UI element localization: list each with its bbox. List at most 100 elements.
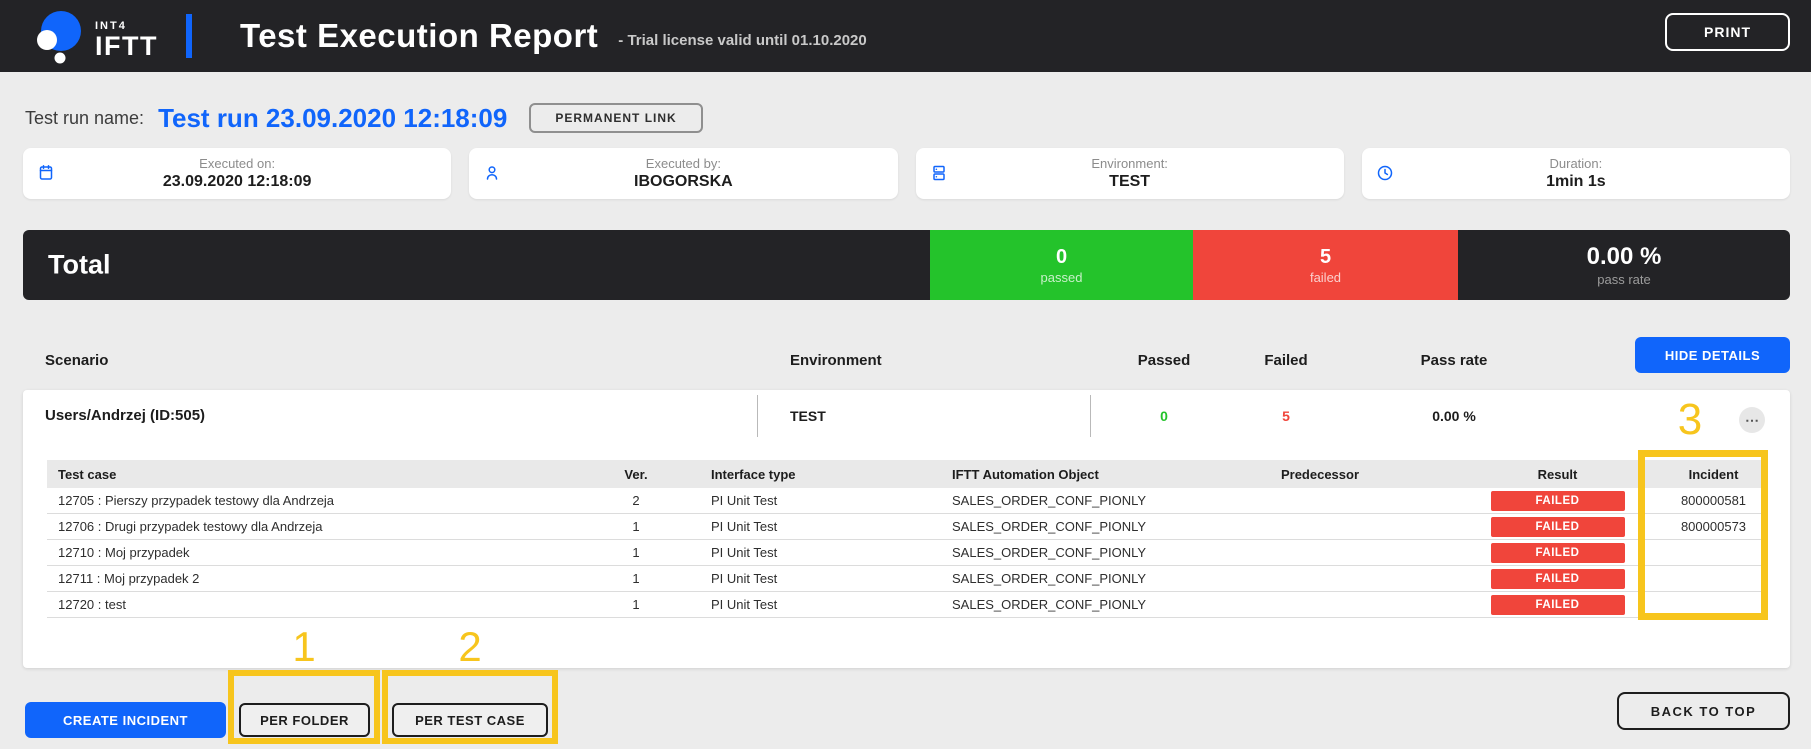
interface-type-cell: PI Unit Test <box>672 519 940 534</box>
automation-object-cell: SALES_ORDER_CONF_PIONLY <box>940 493 1185 508</box>
test-case-row: 12705 : Pierszy przypadek testowy dla An… <box>47 488 1767 514</box>
automation-object-cell: SALES_ORDER_CONF_PIONLY <box>940 597 1185 612</box>
total-title: Total <box>48 250 111 281</box>
column-header-scenario: Scenario <box>45 352 108 369</box>
test-case-row: 12706 : Drugi przypadek testowy dla Andr… <box>47 514 1767 540</box>
automation-object-cell: SALES_ORDER_CONF_PIONLY <box>940 571 1185 586</box>
card-label: Executed on: <box>199 156 275 171</box>
per-test-case-button[interactable]: PER TEST CASE <box>392 703 548 737</box>
permanent-link-button[interactable]: PERMANENT LINK <box>529 103 702 133</box>
result-cell: FAILED <box>1455 595 1660 615</box>
failed-count: 5 <box>1320 247 1331 267</box>
result-cell: FAILED <box>1455 569 1660 589</box>
int4-iftt-logo: INT4 IFTT <box>34 9 158 65</box>
column-header-passed: Passed <box>1124 352 1204 369</box>
test-case-row: 12710 : Moj przypadek 1 PI Unit Test SAL… <box>47 540 1767 566</box>
failed-badge: FAILED <box>1491 543 1625 563</box>
logo-iftt-text: IFTT <box>95 33 158 60</box>
test-case-table: Test case Ver. Interface type IFTT Autom… <box>47 460 1767 618</box>
print-button[interactable]: PRINT <box>1665 13 1790 51</box>
passed-count: 0 <box>1056 247 1067 267</box>
server-icon <box>930 164 948 182</box>
total-pass-rate-segment: 0.00 % pass rate <box>1458 230 1790 300</box>
pass-rate-label: pass rate <box>1597 273 1650 286</box>
card-label: Duration: <box>1550 156 1603 171</box>
app-header: INT4 IFTT Test Execution Report - Trial … <box>0 0 1811 72</box>
calendar-icon <box>37 164 55 182</box>
total-summary-bar: Total 0 passed 5 failed 0.00 % pass rate <box>23 230 1790 300</box>
version-cell: 1 <box>600 571 672 586</box>
scenario-pass-rate: 0.00 % <box>1404 408 1504 424</box>
pass-rate-value: 0.00 % <box>1587 245 1662 269</box>
executed-by-card: Executed by: IBOGORSKA <box>469 148 897 199</box>
scenario-environment: TEST <box>790 408 826 424</box>
card-label: Executed by: <box>646 156 721 171</box>
user-icon <box>483 164 501 182</box>
column-header-incident: Incident <box>1660 467 1767 482</box>
total-passed-segment: 0 passed <box>930 230 1193 300</box>
test-run-row: Test run name: Test run 23.09.2020 12:18… <box>25 96 703 140</box>
interface-type-cell: PI Unit Test <box>672 597 940 612</box>
card-value: 1min 1s <box>1546 173 1606 191</box>
environment-card: Environment: TEST <box>916 148 1344 199</box>
version-cell: 1 <box>600 597 672 612</box>
column-header-ver: Ver. <box>600 467 672 482</box>
test-execution-report-screen: INT4 IFTT Test Execution Report - Trial … <box>0 0 1811 749</box>
incident-cell: 800000573 <box>1660 519 1767 534</box>
test-case-cell: 12705 : Pierszy przypadek testowy dla An… <box>47 493 600 508</box>
info-cards-row: Executed on: 23.09.2020 12:18:09 Execute… <box>23 148 1790 199</box>
hide-details-button[interactable]: HIDE DETAILS <box>1635 337 1790 373</box>
test-case-table-body: 12705 : Pierszy przypadek testowy dla An… <box>47 488 1767 618</box>
column-header-pass-rate: Pass rate <box>1404 352 1504 369</box>
per-folder-button[interactable]: PER FOLDER <box>239 703 370 737</box>
scenario-failed-count: 5 <box>1246 408 1326 424</box>
test-run-name-label: Test run name: <box>25 108 144 129</box>
test-case-row: 12720 : test 1 PI Unit Test SALES_ORDER_… <box>47 592 1767 618</box>
column-divider <box>757 395 758 437</box>
create-incident-button[interactable]: CREATE INCIDENT <box>25 702 226 738</box>
result-cell: FAILED <box>1455 491 1660 511</box>
version-cell: 1 <box>600 545 672 560</box>
version-cell: 2 <box>600 493 672 508</box>
clock-icon <box>1376 164 1394 182</box>
card-value: TEST <box>1109 173 1150 191</box>
card-value: IBOGORSKA <box>634 173 733 191</box>
total-failed-segment: 5 failed <box>1193 230 1458 300</box>
license-note: - Trial license valid until 01.10.2020 <box>618 24 866 49</box>
test-run-name-value: Test run 23.09.2020 12:18:09 <box>158 103 507 134</box>
annotation-marker-2: 2 <box>448 626 492 668</box>
test-case-table-header: Test case Ver. Interface type IFTT Autom… <box>47 460 1767 488</box>
test-case-cell: 12706 : Drugi przypadek testowy dla Andr… <box>47 519 600 534</box>
test-case-cell: 12720 : test <box>47 597 600 612</box>
failed-badge: FAILED <box>1491 491 1625 511</box>
column-header-result: Result <box>1455 467 1660 482</box>
executed-on-card: Executed on: 23.09.2020 12:18:09 <box>23 148 451 199</box>
failed-badge: FAILED <box>1491 595 1625 615</box>
result-cell: FAILED <box>1455 543 1660 563</box>
back-to-top-button[interactable]: BACK TO TOP <box>1617 692 1790 730</box>
incident-cell: 800000581 <box>1660 493 1767 508</box>
passed-label: passed <box>1041 271 1083 284</box>
failed-label: failed <box>1310 271 1341 284</box>
column-header-interface-type: Interface type <box>672 467 940 482</box>
column-header-environment: Environment <box>790 352 882 369</box>
test-case-cell: 12711 : Moj przypadek 2 <box>47 571 600 586</box>
header-title-group: Test Execution Report - Trial license va… <box>240 0 867 72</box>
interface-type-cell: PI Unit Test <box>672 545 940 560</box>
scenario-passed-count: 0 <box>1124 408 1204 424</box>
row-menu-button[interactable]: ⋯ <box>1739 407 1765 433</box>
logo-text: INT4 IFTT <box>95 21 158 60</box>
test-case-row: 12711 : Moj przypadek 2 1 PI Unit Test S… <box>47 566 1767 592</box>
annotation-marker-3: 3 <box>1668 398 1712 442</box>
column-header-predecessor: Predecessor <box>1185 467 1455 482</box>
column-divider <box>1090 395 1091 437</box>
column-header-automation-object: IFTT Automation Object <box>940 467 1185 482</box>
logo-mark-icon <box>34 9 86 65</box>
card-label: Environment: <box>1091 156 1168 171</box>
column-header-test-case: Test case <box>47 467 600 482</box>
version-cell: 1 <box>600 519 672 534</box>
page-title: Test Execution Report <box>240 17 598 55</box>
card-value: 23.09.2020 12:18:09 <box>163 173 312 191</box>
column-header-failed: Failed <box>1246 352 1326 369</box>
duration-card: Duration: 1min 1s <box>1362 148 1790 199</box>
